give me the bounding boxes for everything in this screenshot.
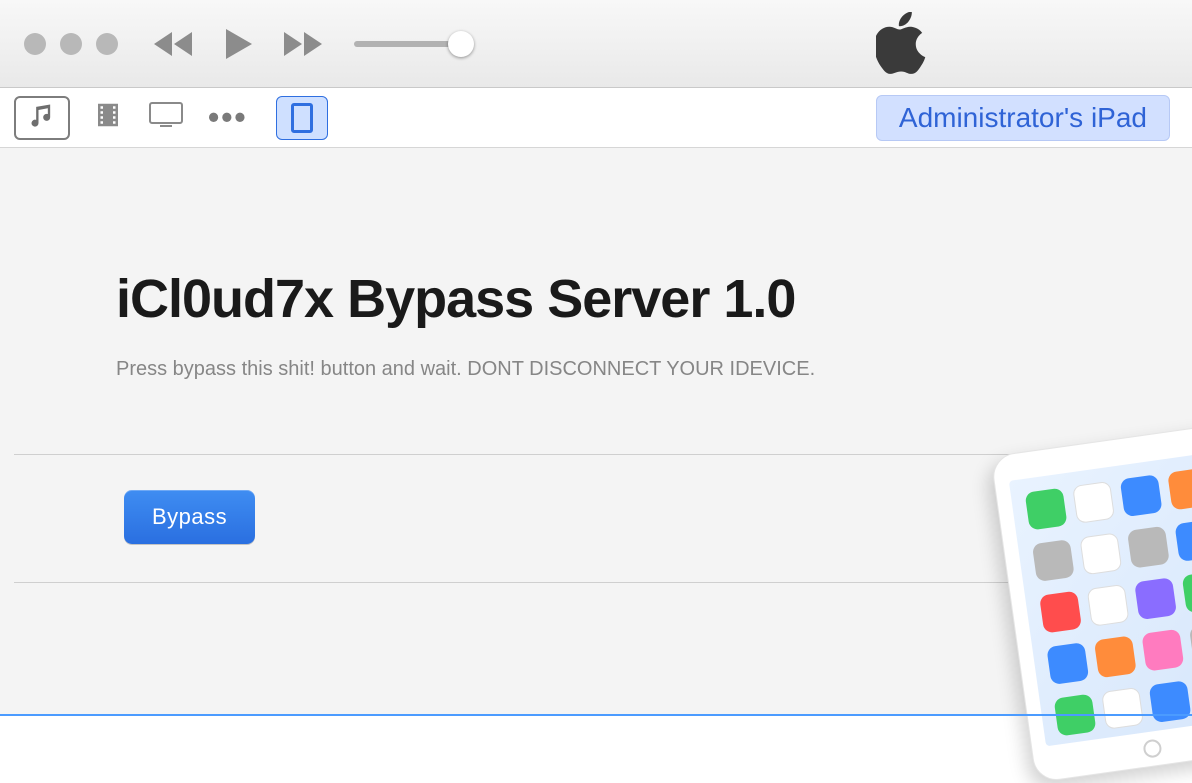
app-icon	[1120, 474, 1163, 517]
volume-slider[interactable]	[354, 41, 464, 47]
playback-controls	[152, 27, 326, 61]
app-icon	[1046, 642, 1089, 685]
close-dot[interactable]	[24, 33, 46, 55]
connected-device-button[interactable]	[276, 96, 328, 140]
app-icon	[1025, 488, 1068, 531]
app-icon	[1079, 532, 1122, 575]
volume-track[interactable]	[354, 41, 464, 47]
bypass-button-label: Bypass	[152, 504, 227, 529]
ipad-screen	[1009, 452, 1192, 747]
app-icon	[1174, 519, 1192, 562]
app-icon	[1134, 577, 1177, 620]
app-icon	[1149, 680, 1192, 723]
ellipsis-icon: •••	[208, 99, 248, 135]
app-icon	[1094, 635, 1137, 678]
main-content: iCl0ud7x Bypass Server 1.0 Press bypass …	[0, 148, 1192, 716]
app-icon	[1072, 481, 1115, 524]
device-name-pill[interactable]: Administrator's iPad	[876, 95, 1170, 141]
fastforward-icon[interactable]	[280, 28, 326, 60]
page-subtitle: Press bypass this shit! button and wait.…	[116, 358, 1192, 381]
zoom-dot[interactable]	[96, 33, 118, 55]
bypass-button[interactable]: Bypass	[124, 490, 255, 544]
tv-library-button[interactable]	[146, 102, 186, 133]
app-icon	[1141, 629, 1184, 672]
app-icon	[1087, 584, 1130, 627]
window-titlebar	[0, 0, 1192, 88]
app-icon	[1101, 687, 1144, 730]
music-icon	[28, 101, 56, 134]
more-libraries-button[interactable]: •••	[204, 99, 252, 136]
app-icon	[1127, 526, 1170, 569]
device-name-label: Administrator's iPad	[899, 102, 1147, 133]
app-icon	[1039, 591, 1082, 634]
volume-thumb[interactable]	[448, 31, 474, 57]
ipad-icon	[291, 103, 313, 133]
page-title: iCl0ud7x Bypass Server 1.0	[116, 268, 1192, 330]
music-library-button[interactable]	[14, 96, 70, 140]
library-selector-row: ••• Administrator's iPad	[0, 88, 1192, 148]
movies-library-button[interactable]	[88, 100, 128, 135]
ipad-illustration	[990, 423, 1192, 783]
film-icon	[93, 100, 123, 135]
play-icon[interactable]	[224, 27, 254, 61]
window-traffic-lights	[24, 33, 118, 55]
app-icon	[1182, 571, 1192, 614]
minimize-dot[interactable]	[60, 33, 82, 55]
apple-logo-icon	[876, 12, 928, 74]
tv-icon	[149, 102, 183, 133]
ipad-home-button	[1142, 738, 1162, 758]
app-icon	[1032, 539, 1075, 582]
rewind-icon[interactable]	[152, 28, 198, 60]
app-icon	[1167, 468, 1192, 511]
